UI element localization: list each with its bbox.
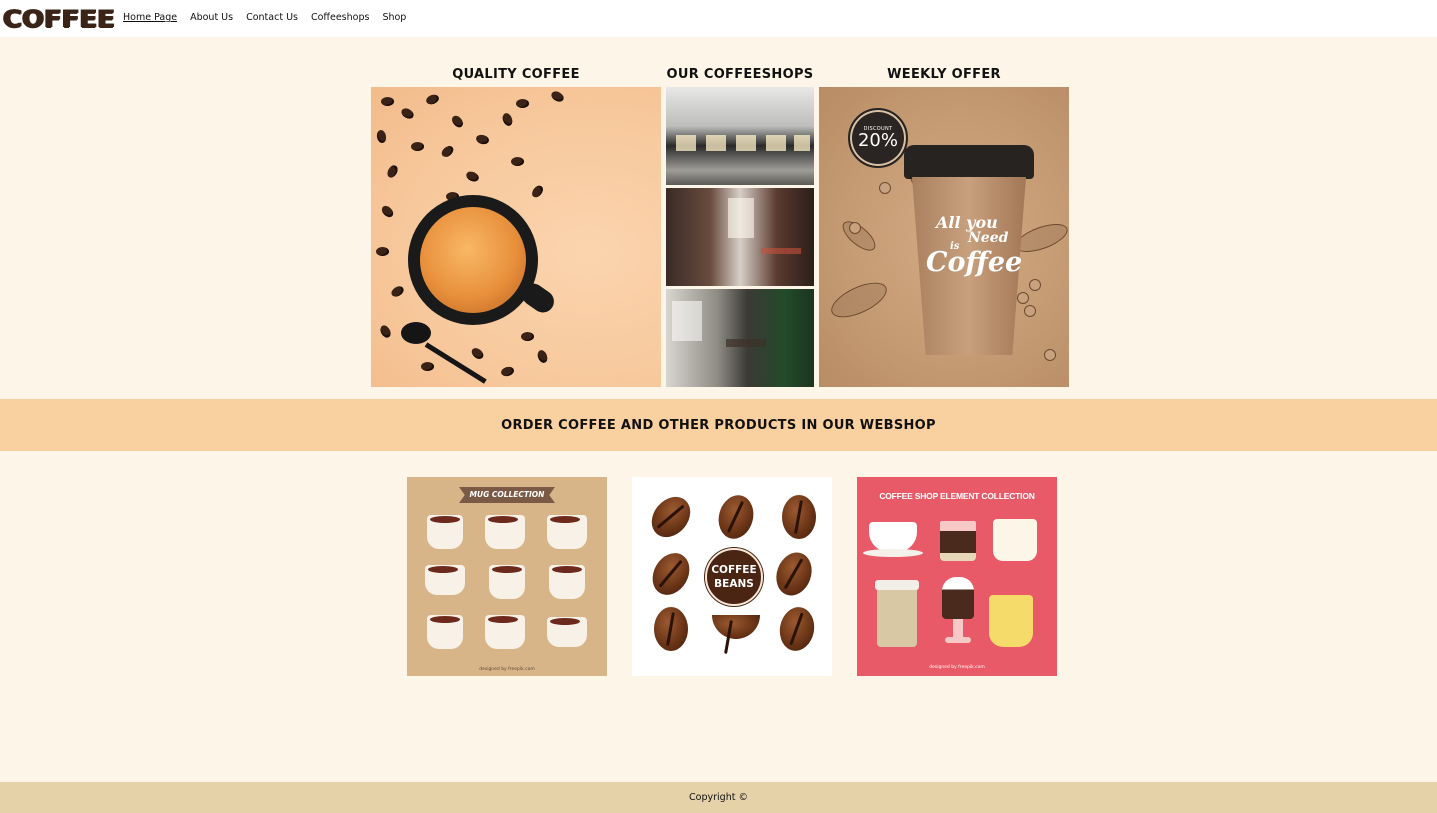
nav-link-coffeeshops[interactable]: Coffeeshops	[311, 12, 369, 23]
coffee-beans-badge: COFFEE BEANS	[705, 548, 763, 606]
mug-collection-ribbon: MUG COLLECTION	[459, 487, 555, 503]
nav-link-shop[interactable]: Shop	[382, 12, 406, 23]
webshop-banner: ORDER COFFEE AND OTHER PRODUCTS IN OUR W…	[0, 399, 1437, 451]
nav-link-home-page[interactable]: Home Page	[123, 12, 177, 23]
coffee-beans-line2: BEANS	[714, 578, 754, 590]
mugs-credit: designed by freepik.com	[479, 667, 535, 672]
product-mug-collection[interactable]: MUG COLLECTION designed by freepik.com	[407, 477, 607, 676]
webshop-banner-title: ORDER COFFEE AND OTHER PRODUCTS IN OUR W…	[501, 417, 936, 433]
discount-value: 20%	[857, 130, 898, 151]
site-logo[interactable]: COFFEE	[3, 5, 115, 33]
coffeeshop-photo-3	[666, 289, 814, 387]
top-navbar: COFFEE Home Page About Us Contact Us Cof…	[0, 0, 1437, 37]
offer-text-line2: Need	[968, 230, 1009, 246]
offer-text-line4: Coffee	[926, 247, 1023, 278]
copyright-text: Copyright ©	[689, 792, 748, 803]
shop-credit: designed by freepik.com	[929, 665, 985, 670]
coffee-cup-icon	[408, 195, 538, 325]
discount-badge: DISCOUNT 20%	[848, 108, 908, 168]
product-coffee-beans[interactable]: COFFEE BEANS	[632, 477, 832, 676]
weekly-offer-heading: WEEKLY OFFER	[887, 67, 1001, 82]
coffeeshop-photo-1	[666, 87, 814, 185]
nav-link-about-us[interactable]: About Us	[190, 12, 233, 23]
nav-link-contact-us[interactable]: Contact Us	[246, 12, 298, 23]
shop-collection-title: COFFEE SHOP ELEMENT COLLECTION	[879, 491, 1035, 501]
our-coffeeshops-heading: OUR COFFEESHOPS	[666, 67, 814, 82]
main-nav: Home Page About Us Contact Us Coffeeshop…	[123, 12, 406, 23]
weekly-offer-image: DISCOUNT 20% All you Need is Coffee	[819, 87, 1069, 387]
coffee-beans-line1: COFFEE	[711, 564, 757, 576]
page-footer: Copyright ©	[0, 782, 1437, 813]
product-coffee-shop-elements[interactable]: COFFEE SHOP ELEMENT COLLECTION designed …	[857, 477, 1057, 676]
spoon-icon	[401, 322, 431, 344]
coffeeshop-photo-2	[666, 188, 814, 286]
quality-coffee-heading: QUALITY COFFEE	[452, 67, 580, 82]
takeaway-cup-icon: All you Need is Coffee	[904, 145, 1034, 355]
quality-coffee-image	[371, 87, 661, 387]
